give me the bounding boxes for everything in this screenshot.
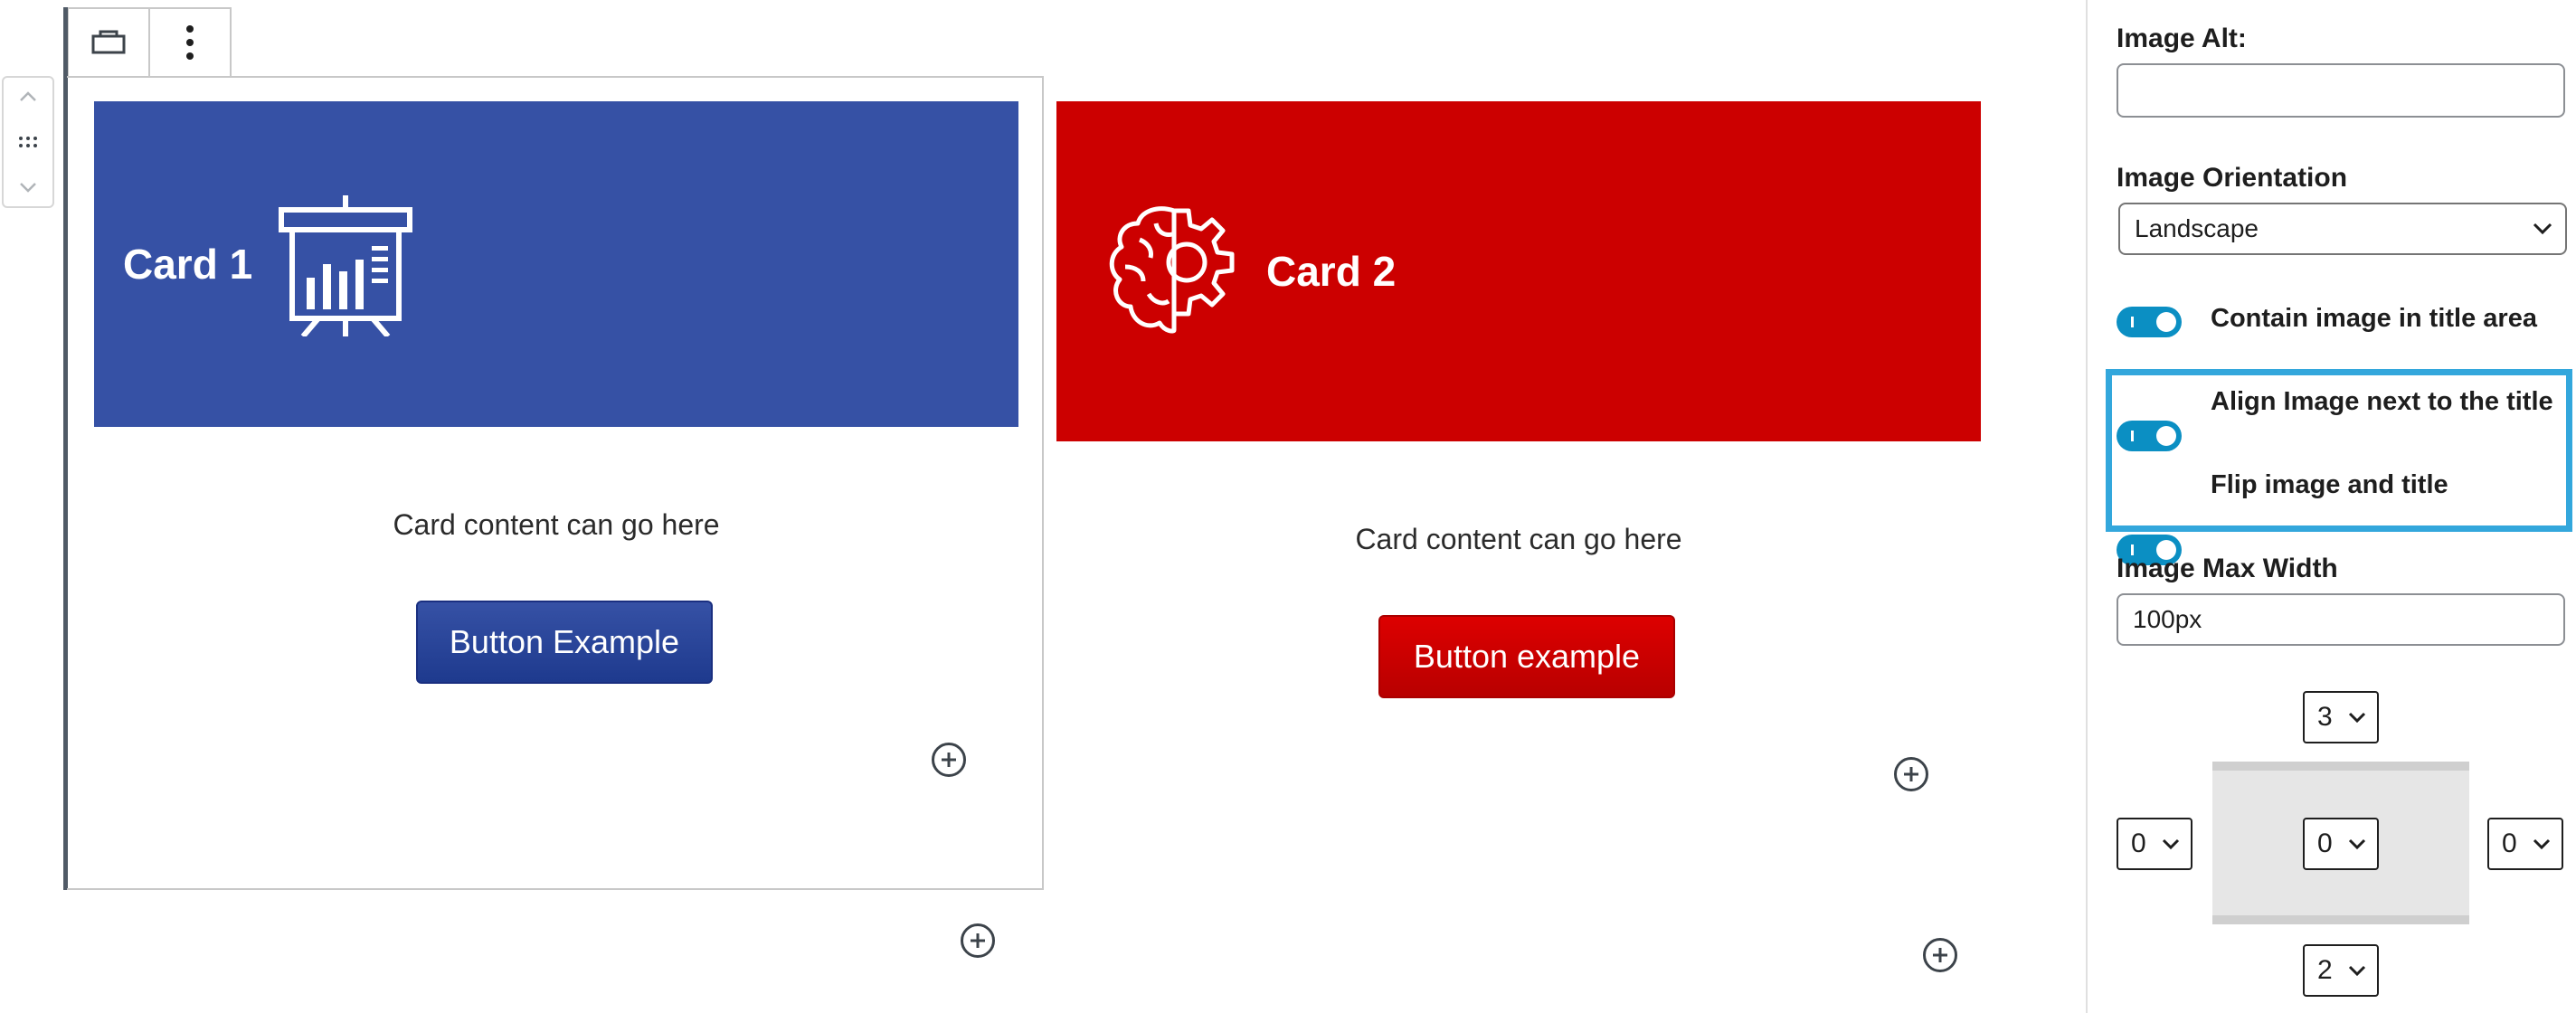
spacing-left-select[interactable]: 0 (2117, 818, 2192, 870)
chevron-down-icon (2533, 838, 2551, 849)
spacing-right-value: 0 (2502, 828, 2517, 858)
contain-image-toggle[interactable] (2117, 307, 2182, 337)
spacing-right-select[interactable]: 0 (2487, 818, 2563, 870)
brain-gear-icon (1109, 206, 1235, 334)
card-block-icon (91, 30, 126, 54)
chevron-down-icon (2348, 838, 2366, 849)
move-up-icon[interactable] (18, 90, 38, 103)
spacing-center-select[interactable]: 0 (2303, 818, 2379, 870)
vertical-ellipsis-icon (186, 25, 194, 60)
align-image-toggle[interactable] (2117, 421, 2182, 451)
add-block-after-icon[interactable] (961, 923, 995, 958)
chevron-down-icon (2162, 838, 2180, 849)
spacing-center-value: 0 (2317, 828, 2333, 858)
align-image-label: Align Image next to the title (2211, 387, 2553, 416)
card2-title[interactable]: Card 2 (1266, 247, 1396, 296)
move-down-icon[interactable] (18, 181, 38, 194)
presentation-chart-icon (279, 195, 413, 336)
spacing-bottom-select[interactable]: 2 (2303, 944, 2379, 997)
contain-image-label: Contain image in title area (2211, 304, 2537, 333)
drag-handle-icon[interactable] (18, 136, 38, 148)
card2-button[interactable]: Button example (1378, 615, 1675, 698)
add-block-after-card2-icon[interactable] (1923, 938, 1957, 972)
add-block-card2-icon[interactable] (1894, 757, 1928, 791)
image-orientation-label: Image Orientation (2117, 163, 2348, 193)
image-alt-label: Image Alt: (2117, 24, 2247, 53)
spacing-bottom-value: 2 (2317, 955, 2333, 985)
block-mover (2, 76, 54, 208)
block-type-button[interactable] (69, 9, 150, 76)
spacing-top-value: 3 (2317, 702, 2333, 732)
card1-header[interactable]: Card 1 (94, 101, 1018, 427)
more-options-button[interactable] (150, 9, 230, 76)
block-toolbar (67, 7, 232, 78)
flip-image-label: Flip image and title (2211, 470, 2448, 499)
image-alt-input[interactable] (2117, 63, 2565, 118)
card1-button[interactable]: Button Example (416, 601, 713, 684)
card1-content[interactable]: Card content can go here (94, 508, 1018, 542)
add-block-card1-icon[interactable] (932, 743, 966, 777)
image-orientation-value: Landscape (2135, 214, 2259, 242)
card1-title[interactable]: Card 1 (123, 240, 252, 289)
chevron-down-icon (2348, 965, 2366, 976)
image-max-width-label: Image Max Width (2117, 554, 2338, 583)
chevron-down-icon (2533, 222, 2552, 235)
card2-header[interactable]: Card 2 (1056, 101, 1981, 441)
image-max-width-input[interactable]: 100px (2117, 593, 2565, 646)
chevron-down-icon (2348, 712, 2366, 723)
spacing-top-select[interactable]: 3 (2303, 691, 2379, 743)
card2-content[interactable]: Card content can go here (1056, 523, 1981, 556)
image-orientation-select[interactable]: Landscape (2118, 203, 2567, 255)
spacing-left-value: 0 (2131, 828, 2146, 858)
